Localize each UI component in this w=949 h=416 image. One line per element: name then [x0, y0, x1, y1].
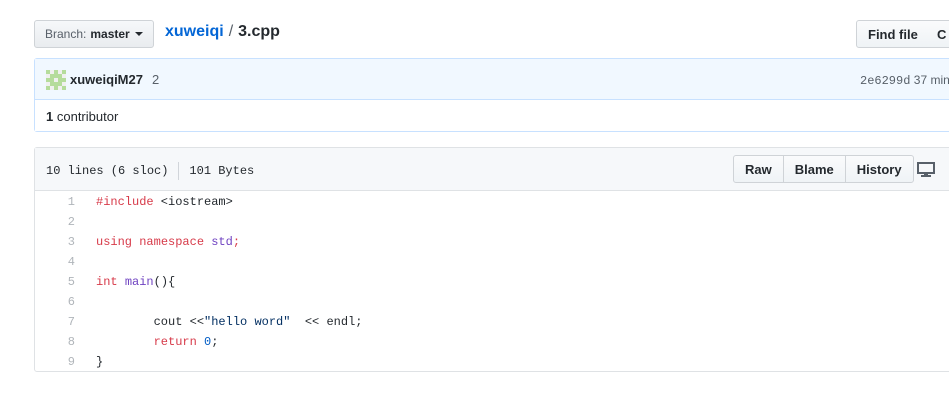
- line-content: using namespace std;: [96, 235, 240, 249]
- line-number[interactable]: 5: [35, 275, 75, 289]
- file-size: 101 Bytes: [189, 164, 255, 178]
- commit-sha-link[interactable]: 2e6299d: [860, 74, 910, 88]
- code-token: (){: [153, 275, 176, 289]
- desktop-icon[interactable]: [917, 162, 935, 178]
- code-token: ;: [211, 335, 219, 349]
- file-viewer: 10 lines (6 sloc) 101 Bytes Raw Blame Hi…: [34, 147, 949, 372]
- commit-meta: 2e6299d 37 min: [860, 73, 949, 88]
- code-token: #include: [96, 195, 154, 209]
- code-line: 9}: [35, 352, 949, 372]
- line-number[interactable]: 6: [35, 295, 75, 309]
- code-line: 3 using namespace std;: [35, 232, 949, 252]
- line-number[interactable]: 2: [35, 215, 75, 229]
- latest-commit-row: xuweiqiM27 2 2e6299d 37 min: [35, 59, 949, 100]
- line-number[interactable]: 3: [35, 235, 75, 249]
- code-token: <iostream>: [153, 195, 233, 209]
- branch-label: Branch:: [45, 27, 87, 41]
- line-content: }: [96, 355, 103, 369]
- line-content: #include <iostream>: [96, 195, 233, 209]
- find-file-button[interactable]: Find file: [856, 20, 930, 48]
- branch-selector-button[interactable]: Branch: master: [34, 20, 154, 48]
- code-line: 1 #include <iostream>: [35, 192, 949, 212]
- raw-button[interactable]: Raw: [733, 155, 784, 183]
- code-token: namespace: [139, 235, 205, 249]
- file-actions-group: Raw Blame History: [733, 155, 914, 183]
- code-line: 5 int main(){: [35, 272, 949, 292]
- commit-tease: xuweiqiM27 2 2e6299d 37 min 1 contributo…: [34, 58, 949, 132]
- commit-message-link[interactable]: 2: [152, 72, 159, 87]
- line-number[interactable]: 7: [35, 315, 75, 329]
- code-token: using: [96, 235, 133, 249]
- file-info: 10 lines (6 sloc) 101 Bytes: [46, 162, 254, 180]
- file-info-divider: [178, 162, 180, 180]
- line-number[interactable]: 1: [35, 195, 75, 209]
- code-token: }: [96, 355, 104, 369]
- breadcrumb-repo-link[interactable]: xuweiqi: [165, 23, 224, 41]
- caret-down-icon: [134, 32, 143, 36]
- blame-button[interactable]: Blame: [782, 155, 846, 183]
- code-listing: 1 #include <iostream> 2 3 using namespace st…: [35, 192, 949, 372]
- line-number[interactable]: 9: [35, 355, 75, 369]
- branch-name: master: [90, 27, 130, 41]
- line-number[interactable]: 4: [35, 255, 75, 269]
- code-token: "hello word": [204, 315, 291, 329]
- contributors-label: contributor: [56, 109, 119, 124]
- code-token: ;: [232, 235, 241, 249]
- code-line: 4: [35, 252, 949, 272]
- file-line-count: 10 lines (6 sloc): [46, 164, 169, 178]
- line-content: return 0;: [96, 335, 219, 349]
- line-number[interactable]: 8: [35, 335, 75, 349]
- line-content: cout <<"hello word" << endl;: [96, 315, 363, 329]
- commit-author-link[interactable]: xuweiqiM27: [70, 72, 143, 87]
- avatar[interactable]: [46, 70, 66, 90]
- code-token: return: [153, 335, 197, 349]
- code-token: cout <<: [96, 315, 205, 329]
- code-line: 7 cout <<"hello word" << endl;: [35, 312, 949, 332]
- code-line: 2: [35, 212, 949, 232]
- breadcrumb-separator: /: [228, 23, 234, 40]
- code-token: int: [96, 275, 118, 289]
- code-token: << endl;: [290, 315, 363, 329]
- file-navigation: Branch: master xuweiqi / 3.cpp Find file…: [34, 19, 949, 49]
- contributors-count: 1: [46, 109, 54, 124]
- breadcrumb: xuweiqi / 3.cpp: [165, 23, 280, 41]
- code-token: std: [211, 235, 233, 249]
- line-content: int main(){: [96, 275, 175, 289]
- commit-time: 37 min: [913, 73, 949, 87]
- contributors-row: 1 contributor: [35, 100, 949, 131]
- code-line: 6: [35, 292, 949, 312]
- code-token: main: [124, 275, 154, 289]
- contributors-summary[interactable]: 1 contributor: [46, 109, 118, 124]
- breadcrumb-file-name: 3.cpp: [238, 23, 280, 40]
- file-header: 10 lines (6 sloc) 101 Bytes Raw Blame Hi…: [35, 148, 949, 191]
- code-line: 8 return 0;: [35, 332, 949, 352]
- copy-path-button[interactable]: C: [928, 20, 949, 48]
- history-button[interactable]: History: [844, 155, 914, 183]
